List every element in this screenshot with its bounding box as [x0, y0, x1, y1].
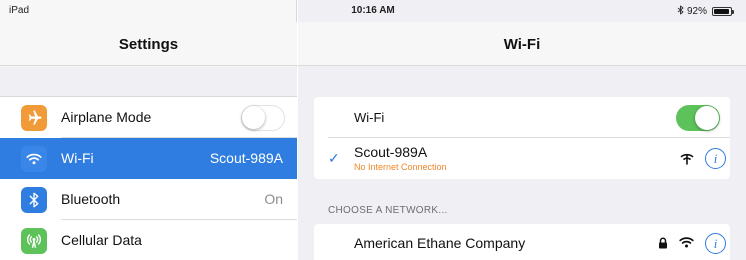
status-time: 10:16 AM — [351, 5, 395, 16]
settings-nav-bar: Settings — [0, 22, 297, 66]
sidebar-item-value: Scout-989A — [209, 150, 283, 166]
wifi-icon — [21, 146, 47, 172]
settings-sidebar: Settings Airplane Mode Wi-Fi Scout-989A … — [0, 0, 297, 260]
lock-icon — [658, 237, 668, 249]
sidebar-spacer — [0, 67, 297, 97]
cellular-icon — [21, 228, 47, 254]
bluetooth-icon — [677, 5, 684, 18]
sidebar-item-airplane-mode[interactable]: Airplane Mode — [0, 97, 297, 138]
wifi-toggle-label: Wi-Fi — [354, 110, 385, 125]
settings-title: Settings — [118, 36, 179, 53]
available-networks-group: American Ethane Company i — [314, 224, 730, 260]
info-icon[interactable]: i — [705, 233, 726, 254]
wifi-icon — [679, 236, 694, 248]
battery-icon — [712, 7, 734, 16]
sidebar-item-label: Wi-Fi — [61, 150, 94, 166]
network-status: No Internet Connection — [354, 162, 447, 172]
airplane-mode-toggle[interactable] — [241, 105, 285, 131]
status-bar: iPad 10:16 AM 92% — [0, 0, 746, 22]
wifi-detail-pane: Wi-Fi Wi-Fi ✓ Scout-989A No Internet Con… — [298, 0, 746, 260]
wifi-toggle-row: Wi-Fi — [314, 97, 730, 138]
device-name: iPad — [9, 5, 30, 16]
airplane-icon — [21, 105, 47, 131]
sidebar-item-label: Airplane Mode — [61, 109, 152, 125]
sidebar-item-label: Cellular Data — [61, 232, 142, 248]
toggle-knob — [695, 106, 719, 130]
checkmark-icon: ✓ — [328, 150, 340, 166]
network-name: American Ethane Company — [354, 235, 526, 251]
battery-level — [714, 9, 729, 14]
toggle-knob — [242, 106, 265, 129]
connected-network-row[interactable]: ✓ Scout-989A No Internet Connection i — [314, 138, 730, 179]
sidebar-item-label: Bluetooth — [61, 191, 121, 207]
settings-list: Airplane Mode Wi-Fi Scout-989A Bluetooth… — [0, 97, 297, 260]
wifi-toggle[interactable] — [676, 105, 720, 131]
status-right-group: 92% — [677, 5, 734, 18]
wifi-page-title: Wi-Fi — [503, 36, 541, 53]
battery-percent: 92% — [686, 6, 707, 17]
network-row[interactable]: American Ethane Company i — [314, 224, 730, 260]
no-internet-icon — [680, 152, 694, 165]
sidebar-item-cellular-data[interactable]: Cellular Data — [0, 220, 297, 260]
choose-network-header: CHOOSE A NETWORK... — [328, 205, 448, 216]
network-name: Scout-989A — [354, 144, 428, 160]
sidebar-item-wifi[interactable]: Wi-Fi Scout-989A — [0, 138, 297, 179]
bluetooth-icon — [21, 187, 47, 213]
sidebar-item-value: On — [264, 191, 283, 207]
info-icon[interactable]: i — [705, 148, 726, 169]
wifi-nav-bar: Wi-Fi — [298, 22, 746, 66]
sidebar-item-bluetooth[interactable]: Bluetooth On — [0, 179, 297, 220]
wifi-settings-group: Wi-Fi ✓ Scout-989A No Internet Connectio… — [314, 97, 730, 179]
ipad-screen: Settings Airplane Mode Wi-Fi Scout-989A … — [0, 0, 746, 260]
